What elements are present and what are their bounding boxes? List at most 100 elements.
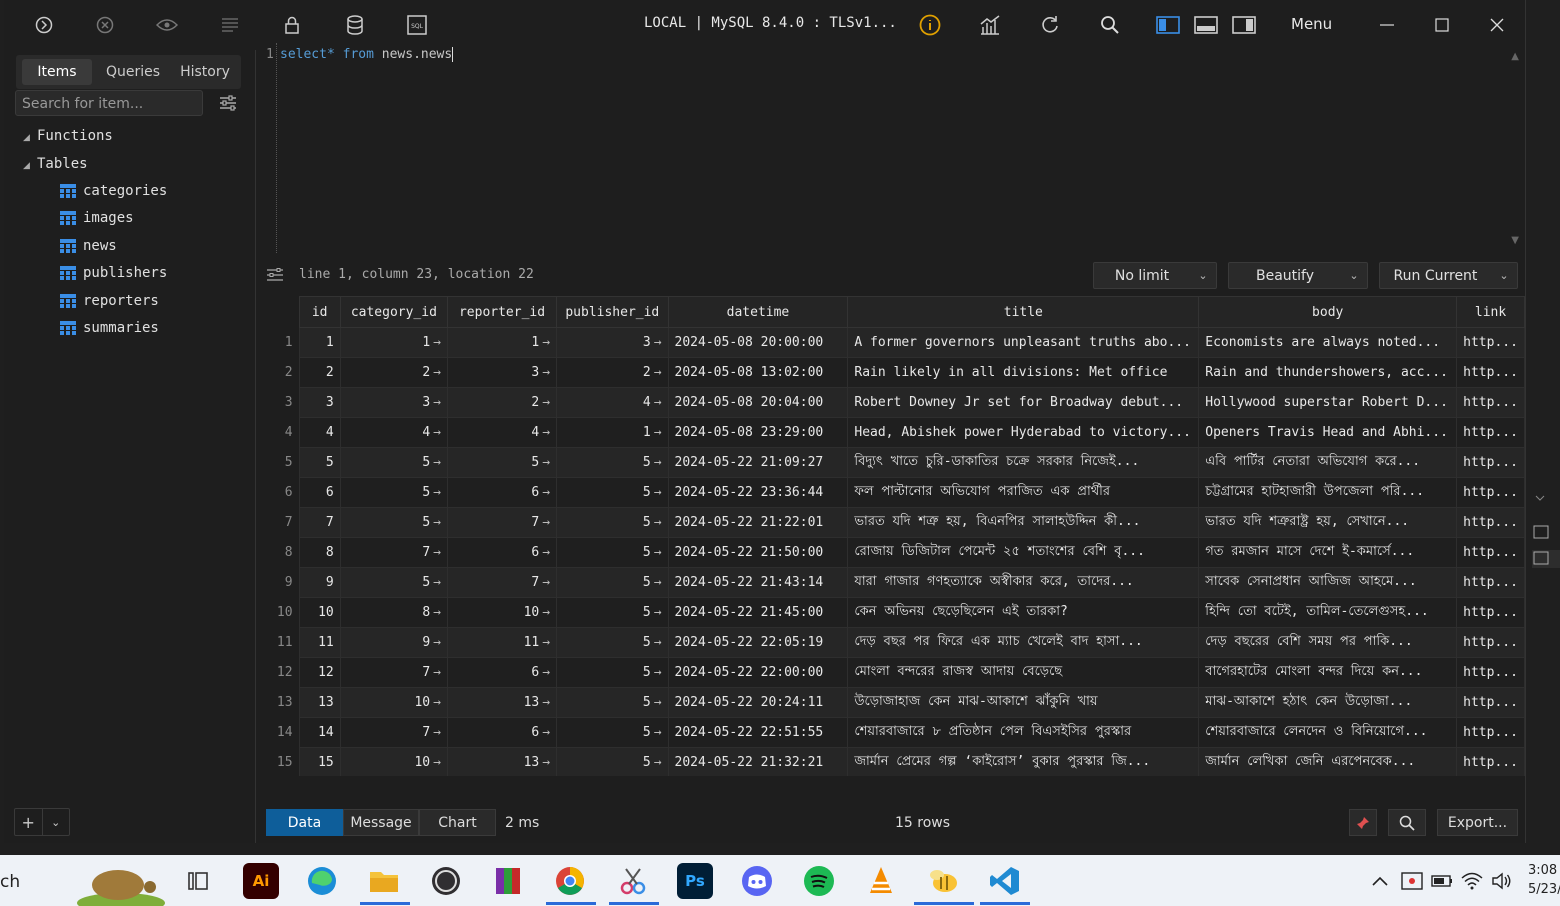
cell-body[interactable]: বাগেরহাটের মোংলা বন্দর দিয়ে কন...	[1198, 657, 1458, 688]
cell-reporter-id[interactable]: 6 →	[446, 717, 558, 748]
cell-id[interactable]: 9	[298, 567, 341, 598]
menu-button[interactable]: Menu	[1291, 15, 1332, 33]
cell-publisher-id[interactable]: 5 →	[556, 477, 669, 508]
vscode-icon[interactable]	[987, 863, 1023, 899]
cell-body[interactable]: ভারত যদি শত্রুরাষ্ট্র হয়, সেখানে...	[1198, 507, 1458, 538]
cell-id[interactable]: 1	[298, 327, 341, 358]
cell-publisher-id[interactable]: 5 →	[556, 687, 669, 718]
cell-title[interactable]: ফল পাল্টানোর অভিযোগ পরাজিত এক প্রার্থীর	[847, 477, 1200, 508]
foreign-key-arrow-icon[interactable]: →	[542, 515, 550, 530]
cell-datetime[interactable]: 2024-05-08 20:04:00	[667, 387, 849, 418]
foreign-key-arrow-icon[interactable]: →	[433, 485, 441, 500]
volume-icon[interactable]	[1488, 863, 1516, 899]
table-row[interactable]: 11 11 9 → 11 → 5 → 2024-05-22 22:05:19 দেড় বছর প…	[256, 627, 1525, 658]
spotify-icon[interactable]	[801, 863, 837, 899]
cell-category-id[interactable]: 8 →	[339, 597, 448, 628]
table-row[interactable]: 13 13 10 → 13 → 5 → 2024-05-22 20:24:11 উড়োজাহাজ…	[256, 687, 1525, 718]
table-item-images[interactable]: images	[60, 208, 134, 228]
cell-body[interactable]: Rain and thundershowers, acc...	[1198, 357, 1458, 388]
obs-icon[interactable]	[428, 863, 464, 899]
cell-body[interactable]: Hollywood superstar Robert D...	[1198, 387, 1458, 418]
caret-down-icon[interactable]: ◢	[23, 161, 30, 171]
table-row[interactable]: 3 3 3 → 2 → 4 → 2024-05-08 20:04:00 Robert Downey…	[256, 387, 1525, 418]
foreign-key-arrow-icon[interactable]: →	[433, 365, 441, 380]
cell-reporter-id[interactable]: 5 →	[446, 447, 558, 478]
cell-category-id[interactable]: 4 →	[339, 417, 448, 448]
cell-publisher-id[interactable]: 5 →	[556, 657, 669, 688]
cell-id[interactable]: 3	[298, 387, 341, 418]
table-row[interactable]: 9 9 5 → 7 → 5 → 2024-05-22 21:43:14 যারা গাজার গণ…	[256, 567, 1525, 598]
cell-link[interactable]: http...	[1456, 597, 1525, 628]
cell-reporter-id[interactable]: 11 →	[446, 627, 558, 658]
illustrator-icon[interactable]: Ai	[243, 863, 279, 899]
cell-category-id[interactable]: 3 →	[339, 387, 448, 418]
cell-reporter-id[interactable]: 2 →	[446, 387, 558, 418]
lock-icon[interactable]	[280, 13, 304, 37]
add-icon[interactable]: +	[15, 809, 42, 835]
cell-title[interactable]: Rain likely in all divisions: Met office	[847, 357, 1200, 388]
cell-datetime[interactable]: 2024-05-08 20:00:00	[667, 327, 849, 358]
battery-icon[interactable]	[1428, 863, 1456, 899]
cell-link[interactable]: http...	[1456, 657, 1525, 688]
cell-title[interactable]: উড়োজাহাজ কেন মাঝ-আকাশে ঝাঁকুনি খায়	[847, 687, 1200, 718]
cell-category-id[interactable]: 5 →	[339, 447, 448, 478]
cell-id[interactable]: 10	[298, 597, 341, 628]
cell-body[interactable]: Economists are always noted...	[1198, 327, 1458, 358]
pin-icon[interactable]	[1349, 809, 1377, 836]
cell-id[interactable]: 8	[298, 537, 341, 568]
foreign-key-arrow-icon[interactable]: →	[433, 575, 441, 590]
close-icon[interactable]	[1485, 13, 1509, 37]
search-icon[interactable]	[1098, 13, 1122, 37]
foreign-key-arrow-icon[interactable]: →	[654, 395, 662, 410]
cell-category-id[interactable]: 5 →	[339, 567, 448, 598]
cell-datetime[interactable]: 2024-05-22 22:05:19	[667, 627, 849, 658]
sql-file-icon[interactable]: SQL	[405, 13, 429, 37]
cell-category-id[interactable]: 7 →	[339, 717, 448, 748]
foreign-key-arrow-icon[interactable]: →	[542, 605, 550, 620]
cell-id[interactable]: 2	[298, 357, 341, 388]
cell-body[interactable]: দেড় বছরের বেশি সময় পর পাকি...	[1198, 627, 1458, 658]
cell-link[interactable]: http...	[1456, 387, 1525, 418]
options-icon[interactable]	[266, 268, 284, 286]
column-header-datetime[interactable]: datetime	[667, 296, 849, 328]
foreign-key-arrow-icon[interactable]: →	[433, 665, 441, 680]
table-row[interactable]: 2 2 2 → 3 → 2 → 2024-05-08 13:02:00 Rain likely i…	[256, 357, 1525, 388]
cell-id[interactable]: 4	[298, 417, 341, 448]
cell-body[interactable]: হিন্দি তো বটেই, তামিল-তেলেগুসহ...	[1198, 597, 1458, 628]
code-line[interactable]: select* from news.news	[280, 47, 454, 62]
table-row[interactable]: 10 10 8 → 10 → 5 → 2024-05-22 21:45:00 কেন অভিনয়…	[256, 597, 1525, 628]
minimize-icon[interactable]	[1375, 13, 1399, 37]
clock[interactable]: 3:08 5/23/	[1528, 861, 1560, 899]
cell-link[interactable]: http...	[1456, 567, 1525, 598]
table-row[interactable]: 15 15 10 → 13 → 5 → 2024-05-22 21:32:21 জার্মান প…	[256, 747, 1525, 776]
cell-body[interactable]: সাবেক সেনাপ্রধান আজিজ আহমে...	[1198, 567, 1458, 598]
table-item-publishers[interactable]: publishers	[60, 263, 167, 283]
foreign-key-arrow-icon[interactable]: →	[542, 725, 550, 740]
snipping-tool-icon[interactable]	[615, 863, 651, 899]
foreign-key-arrow-icon[interactable]: →	[654, 755, 662, 770]
cell-publisher-id[interactable]: 1 →	[556, 417, 669, 448]
cell-publisher-id[interactable]: 5 →	[556, 507, 669, 538]
cell-category-id[interactable]: 9 →	[339, 627, 448, 658]
cell-link[interactable]: http...	[1456, 447, 1525, 478]
cell-link[interactable]: http...	[1456, 417, 1525, 448]
cell-reporter-id[interactable]: 6 →	[446, 657, 558, 688]
cell-link[interactable]: http...	[1456, 687, 1525, 718]
cell-body[interactable]: মাঝ-আকাশে হঠাৎ কেন উড়োজা...	[1198, 687, 1458, 718]
foreign-key-arrow-icon[interactable]: →	[433, 605, 441, 620]
cell-reporter-id[interactable]: 1 →	[446, 327, 558, 358]
cell-title[interactable]: কেন অভিনয় ছেড়েছিলেন এই তারকা?	[847, 597, 1200, 628]
foreign-key-arrow-icon[interactable]: →	[542, 695, 550, 710]
cell-title[interactable]: দেড় বছর পর ফিরে এক ম্যাচ খেলেই বাদ হাসা…	[847, 627, 1200, 658]
layout-bottom-icon[interactable]	[1194, 13, 1218, 37]
column-header-link[interactable]: link	[1456, 296, 1525, 328]
table-row[interactable]: 14 14 7 → 6 → 5 → 2024-05-22 22:51:55 শেয়ারবাজার…	[256, 717, 1525, 748]
column-header-reporter-id[interactable]: reporter_id	[446, 296, 558, 328]
cell-category-id[interactable]: 1 →	[339, 327, 448, 358]
table-row[interactable]: 12 12 7 → 6 → 5 → 2024-05-22 22:00:00 মোংলা বন্দর…	[256, 657, 1525, 688]
foreign-key-arrow-icon[interactable]: →	[542, 365, 550, 380]
cell-publisher-id[interactable]: 5 →	[556, 567, 669, 598]
cell-link[interactable]: http...	[1456, 537, 1525, 568]
column-header-publisher-id[interactable]: publisher_id	[556, 296, 669, 328]
table-row[interactable]: 4 4 4 → 4 → 1 → 2024-05-08 23:29:00 Head, Abishek…	[256, 417, 1525, 448]
